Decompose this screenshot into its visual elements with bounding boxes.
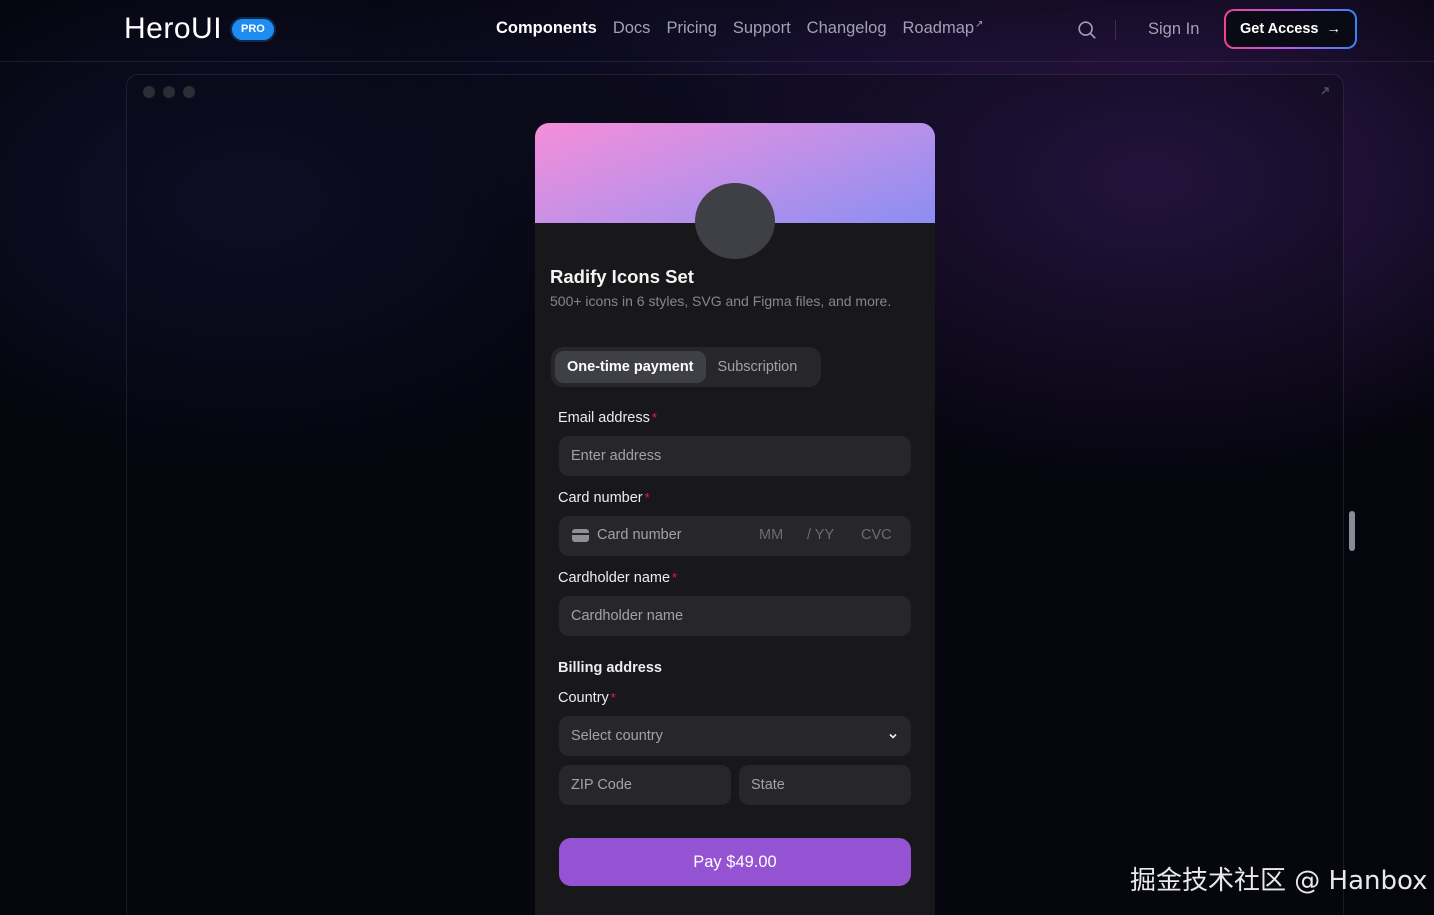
nav-docs[interactable]: Docs (613, 19, 651, 38)
card-number-label-text: Card number (558, 490, 643, 506)
country-label-text: Country (558, 690, 609, 706)
product-avatar (695, 183, 775, 259)
window-controls (143, 86, 195, 98)
cardholder-label-text: Cardholder name (558, 570, 671, 586)
arrow-right-icon: → (1326, 21, 1341, 37)
logo[interactable]: HeroUI PRO (124, 12, 274, 46)
nav-support[interactable]: Support (733, 19, 791, 38)
get-access-label: Get Access (1240, 21, 1319, 37)
watermark: 掘金技术社区 @ Hanbox (1130, 866, 1428, 896)
required-mark: * (651, 410, 657, 425)
top-navbar: HeroUI PRO Components Docs Pricing Suppo… (0, 0, 1434, 62)
credit-card-icon (572, 529, 589, 542)
pro-badge: PRO (232, 18, 274, 40)
nav-changelog[interactable]: Changelog (807, 19, 887, 38)
get-access-button[interactable]: Get Access → (1224, 9, 1357, 49)
window-dot (143, 86, 155, 98)
country-select-placeholder: Select country (571, 728, 663, 744)
required-mark: * (672, 570, 678, 585)
logo-text: HeroUI (124, 12, 223, 45)
checkout-card: Radify Icons Set 500+ icons in 6 styles,… (535, 123, 935, 915)
cardholder-name-field[interactable] (559, 596, 911, 636)
zip-code-field[interactable] (559, 765, 731, 805)
window-dot (163, 86, 175, 98)
billing-address-heading: Billing address (558, 660, 662, 676)
expiry-month-field[interactable]: MM (759, 527, 783, 543)
cvc-field[interactable]: CVC (861, 527, 892, 543)
expand-icon[interactable] (1319, 85, 1331, 97)
required-mark: * (610, 690, 616, 705)
window-dot (183, 86, 195, 98)
product-description: 500+ icons in 6 styles, SVG and Figma fi… (550, 293, 892, 309)
sign-in-link[interactable]: Sign In (1148, 20, 1199, 39)
state-field[interactable] (739, 765, 911, 805)
card-number-placeholder: Card number (597, 527, 682, 543)
cardholder-label: Cardholder name * (558, 570, 677, 586)
expiry-year-field[interactable]: / YY (807, 527, 834, 543)
main-nav: Components Docs Pricing Support Changelo… (496, 19, 983, 38)
email-label: Email address * (558, 410, 657, 426)
email-field[interactable] (559, 436, 911, 476)
tab-subscription[interactable]: Subscription (706, 351, 810, 383)
external-link-icon: ↗ (975, 19, 984, 30)
nav-divider (1115, 20, 1116, 40)
required-mark: * (644, 490, 650, 505)
get-access-inner: Get Access → (1226, 11, 1355, 47)
nav-roadmap[interactable]: Roadmap↗ (903, 19, 984, 38)
search-icon[interactable] (1076, 19, 1098, 41)
email-label-text: Email address (558, 410, 650, 426)
tab-one-time-payment[interactable]: One-time payment (555, 351, 706, 383)
page-scrollbar[interactable] (1349, 511, 1355, 551)
nav-components[interactable]: Components (496, 19, 597, 38)
country-select[interactable]: Select country (559, 716, 911, 756)
product-title: Radify Icons Set (550, 266, 694, 287)
country-label: Country * (558, 690, 616, 706)
card-number-label: Card number * (558, 490, 650, 506)
nav-roadmap-label: Roadmap (902, 19, 975, 37)
payment-type-tabs: One-time payment Subscription (551, 347, 821, 387)
card-number-field[interactable]: Card number MM / YY CVC (559, 516, 911, 556)
nav-pricing[interactable]: Pricing (666, 19, 716, 38)
chevron-down-icon (889, 733, 897, 739)
pay-button[interactable]: Pay $49.00 (559, 838, 911, 886)
